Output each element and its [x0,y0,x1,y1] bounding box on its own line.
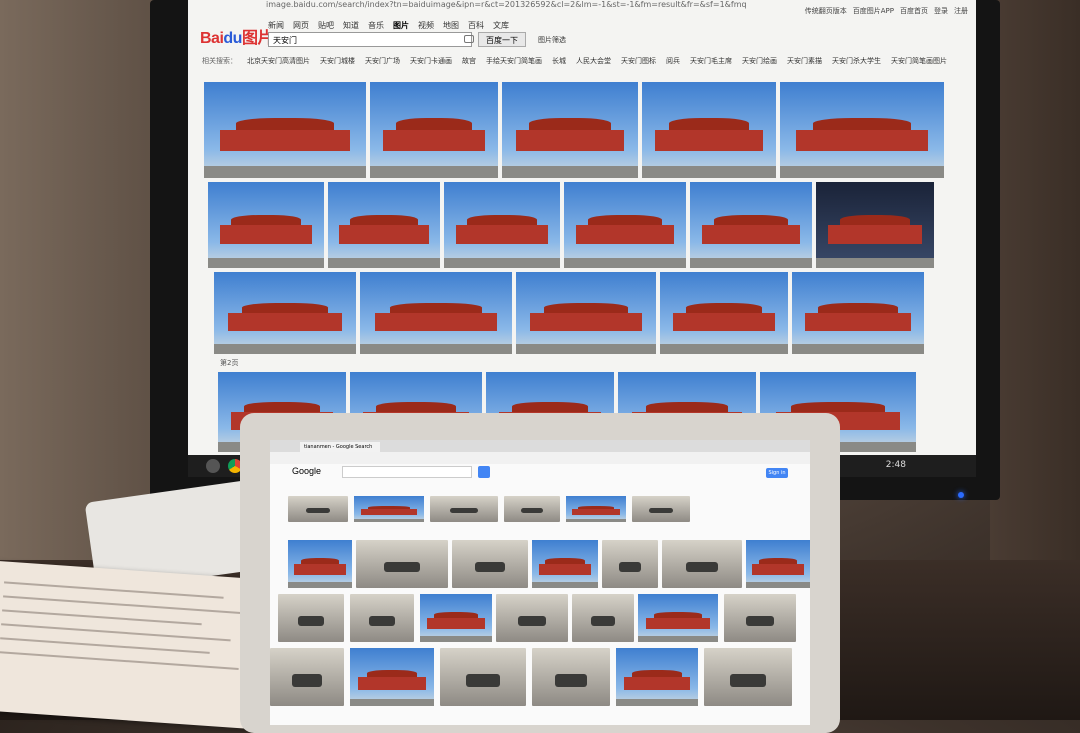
nav-music[interactable]: 音乐 [368,20,384,31]
image-thumbnail[interactable] [360,272,512,354]
image-thumbnail[interactable] [602,540,658,588]
image-thumbnail[interactable] [662,540,742,588]
nav-baike[interactable]: 百科 [468,20,484,31]
image-thumbnail[interactable] [278,594,344,642]
search-nav: 新闻 网页 贴吧 知道 音乐 图片 视频 地图 百科 文库 [268,20,509,31]
tab-bar: tiananmen - Google Search [270,440,810,452]
image-thumbnail[interactable] [270,648,344,706]
logo-text: Bai [200,30,224,47]
image-thumbnail[interactable] [208,182,324,268]
image-thumbnail[interactable] [638,594,718,642]
laptop-screen: tiananmen - Google Search Google Sign in [270,440,810,725]
signin-button[interactable]: Sign in [766,468,788,478]
image-thumbnail[interactable] [452,540,528,588]
related-item[interactable]: 阅兵 [666,56,680,66]
image-thumbnail[interactable] [780,82,944,178]
top-link-login[interactable]: 登录 [934,6,948,16]
image-thumbnail[interactable] [642,82,776,178]
paper-sheet [0,560,275,730]
related-item[interactable]: 故宫 [462,56,476,66]
nav-images[interactable]: 图片 [393,20,409,31]
related-item[interactable]: 北京天安门高清图片 [247,56,310,66]
top-link-classic[interactable]: 传统翻页版本 [805,6,847,16]
nav-map[interactable]: 地图 [443,20,459,31]
image-thumbnail[interactable] [504,496,560,522]
image-filter-link[interactable]: 图片筛选 [538,35,566,45]
baidu-logo[interactable]: Baidu图片 [200,24,273,48]
image-thumbnail[interactable] [502,82,638,178]
image-thumbnail[interactable] [440,648,526,706]
related-item[interactable]: 长城 [552,56,566,66]
related-item[interactable]: 手绘天安门简笔画 [486,56,542,66]
page-label: 第2页 [220,359,239,367]
nav-video[interactable]: 视频 [418,20,434,31]
related-item[interactable]: 天安门简笔画图片 [891,56,947,66]
related-label: 相关搜索： [202,57,237,65]
image-thumbnail[interactable] [350,648,434,706]
nav-tieba[interactable]: 贴吧 [318,20,334,31]
image-thumbnail[interactable] [632,496,690,522]
related-item[interactable]: 天安门卡通画 [410,56,452,66]
image-thumbnail[interactable] [204,82,366,178]
address-bar[interactable] [270,452,810,464]
image-thumbnail[interactable] [704,648,792,706]
browser-tab[interactable]: tiananmen - Google Search [300,442,380,452]
image-thumbnail[interactable] [354,496,424,522]
image-thumbnail[interactable] [564,182,686,268]
image-thumbnail[interactable] [532,540,598,588]
search-button[interactable]: 百度一下 [478,32,526,47]
search-input[interactable]: 天安门 [268,32,472,47]
image-thumbnail[interactable] [214,272,356,354]
related-item[interactable]: 天安门图标 [621,56,656,66]
image-thumbnail[interactable] [370,82,498,178]
image-thumbnail[interactable] [566,496,626,522]
clock: 2:48 [885,460,906,470]
related-item[interactable]: 天安门广场 [365,56,400,66]
image-thumbnail[interactable] [532,648,610,706]
image-thumbnail[interactable] [444,182,560,268]
nav-news[interactable]: 新闻 [268,20,284,31]
top-link-app[interactable]: 百度图片APP [853,6,894,16]
paw-icon: du [223,30,242,47]
image-thumbnail[interactable] [660,272,788,354]
image-thumbnail[interactable] [420,594,492,642]
image-thumbnail[interactable] [724,594,796,642]
image-thumbnail[interactable] [356,540,448,588]
google-search-input[interactable] [342,466,472,478]
related-item[interactable]: 天安门杀大学生 [832,56,881,66]
nav-web[interactable]: 网页 [293,20,309,31]
related-item[interactable]: 天安门城楼 [320,56,355,66]
top-links: 传统翻页版本 百度图片APP 百度首页 登录 注册 [805,6,968,16]
nav-wenku[interactable]: 文库 [493,20,509,31]
image-thumbnail[interactable] [430,496,498,522]
related-searches: 相关搜索： 北京天安门高清图片 天安门城楼 天安门广场 天安门卡通画 故宫 手绘… [202,56,947,66]
image-thumbnail[interactable] [288,496,348,522]
related-item[interactable]: 人民大会堂 [576,56,611,66]
image-thumbnail[interactable] [746,540,810,588]
image-thumbnail[interactable] [572,594,634,642]
monitor-screen: image.baidu.com/search/index?tn=baiduima… [188,0,976,455]
camera-icon[interactable] [464,35,474,43]
nav-zhidao[interactable]: 知道 [343,20,359,31]
image-thumbnail[interactable] [288,540,352,588]
image-thumbnail[interactable] [792,272,924,354]
related-item[interactable]: 天安门毛主席 [690,56,732,66]
power-led [958,492,964,498]
launcher-icon[interactable] [206,459,220,473]
google-logo[interactable]: Google [292,466,321,476]
address-bar-url[interactable]: image.baidu.com/search/index?tn=baiduima… [266,0,747,9]
image-thumbnail[interactable] [496,594,568,642]
search-icon[interactable] [478,466,490,478]
image-thumbnail[interactable] [816,182,934,268]
image-thumbnail[interactable] [690,182,812,268]
image-thumbnail[interactable] [328,182,440,268]
image-thumbnail[interactable] [616,648,698,706]
related-item[interactable]: 天安门素描 [787,56,822,66]
image-thumbnail[interactable] [516,272,656,354]
related-item[interactable]: 天安门绘画 [742,56,777,66]
top-link-home[interactable]: 百度首页 [900,6,928,16]
image-thumbnail[interactable] [350,594,414,642]
top-link-register[interactable]: 注册 [954,6,968,16]
